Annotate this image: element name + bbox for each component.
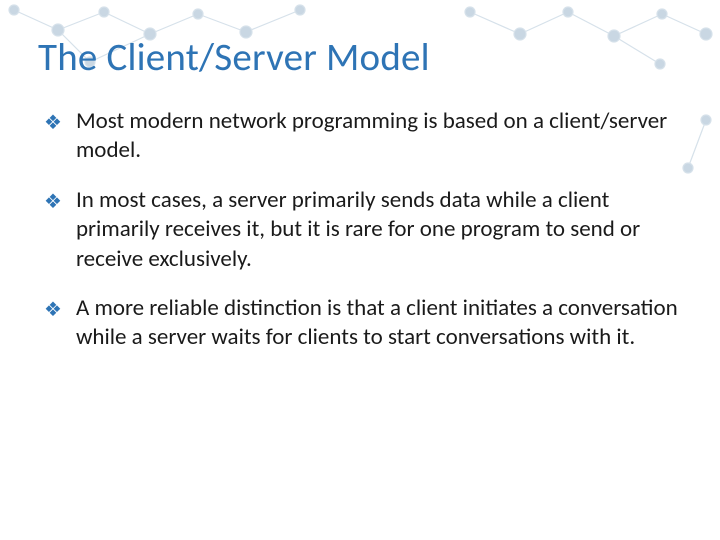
slide-title: The Client/Server Model [38,36,682,81]
bullet-text: In most cases, a server primarily sends … [76,186,682,274]
diamond-bullet-icon: ❖ [44,111,62,135]
bullet-text: Most modern network programming is based… [76,107,682,166]
bullet-list: ❖ Most modern network programming is bas… [38,107,682,353]
list-item: ❖ In most cases, a server primarily send… [44,186,682,274]
slide-container: The Client/Server Model ❖ Most modern ne… [0,0,720,540]
list-item: ❖ A more reliable distinction is that a … [44,294,682,353]
bullet-text: A more reliable distinction is that a cl… [76,294,682,353]
diamond-bullet-icon: ❖ [44,298,62,322]
diamond-bullet-icon: ❖ [44,190,62,214]
list-item: ❖ Most modern network programming is bas… [44,107,682,166]
